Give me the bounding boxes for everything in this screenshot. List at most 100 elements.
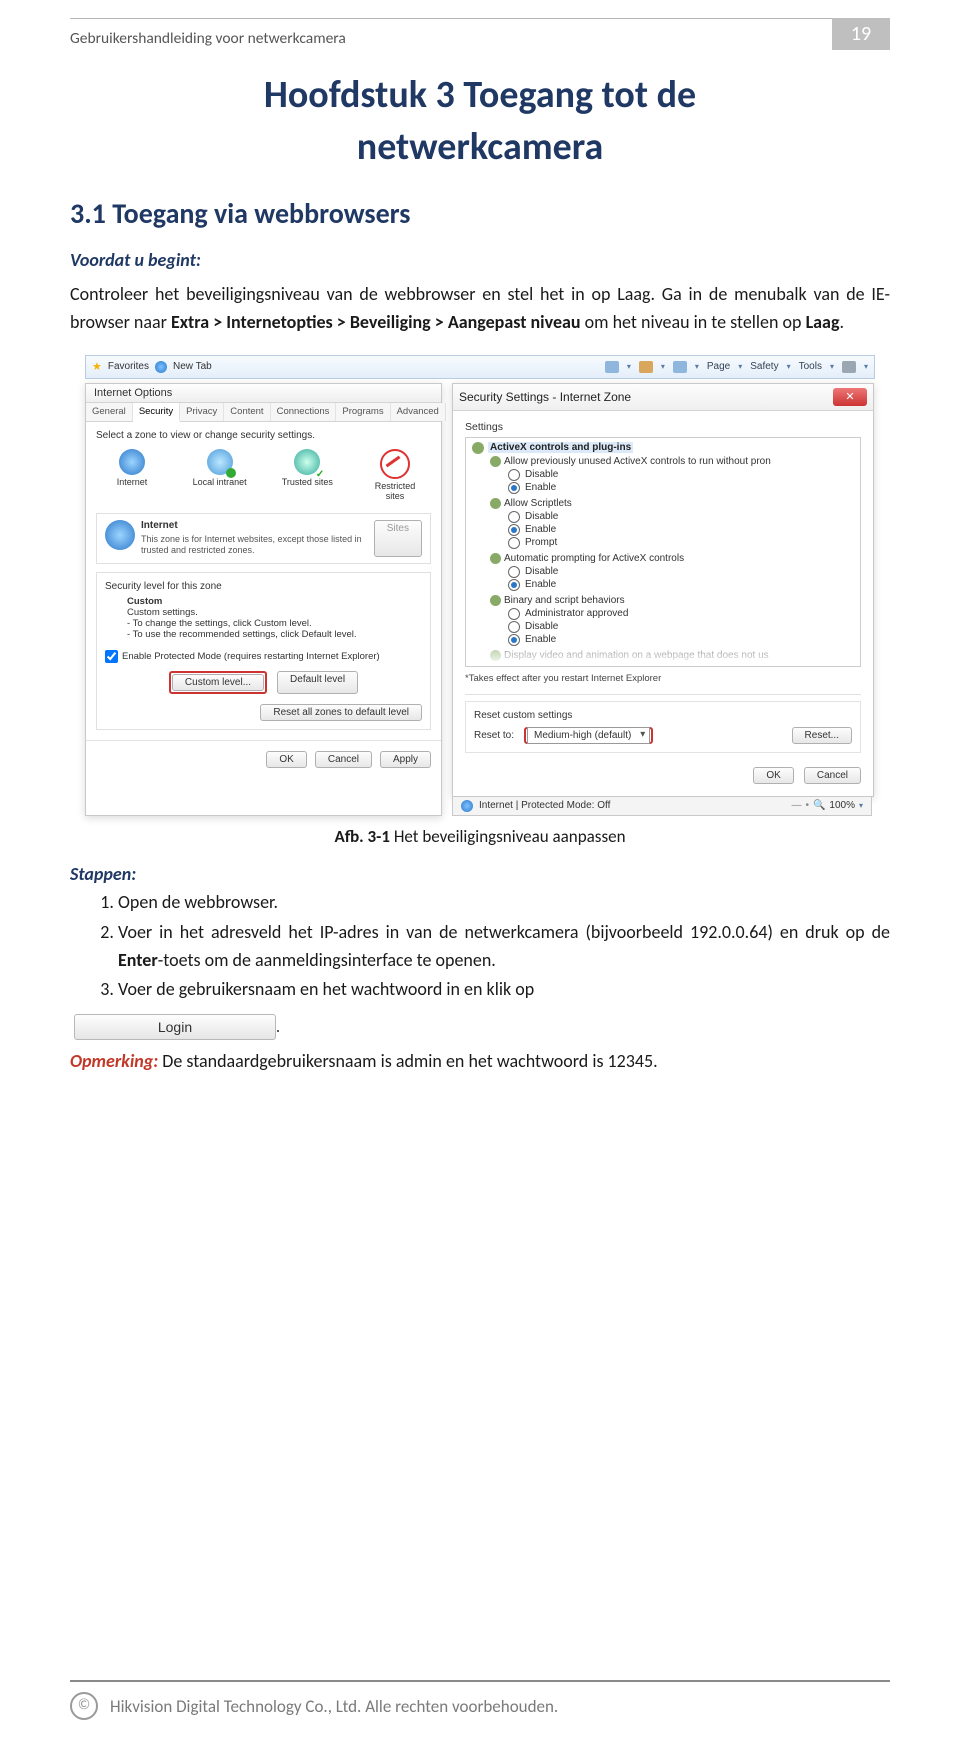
custom-head: Custom (127, 596, 422, 607)
tab-security[interactable]: Security (133, 403, 180, 422)
item2-opt0: Disable (525, 511, 558, 522)
radio-icon[interactable] (508, 511, 520, 523)
inetopt-apply-button[interactable]: Apply (380, 751, 431, 768)
step-3: Voer de gebruikersnaam en het wachtwoord… (118, 976, 890, 1004)
custom-level-button[interactable]: Custom level... (172, 674, 264, 691)
item1-opt1: Enable (525, 482, 556, 493)
item3-opt0: Disable (525, 566, 558, 577)
settings-label: Settings (465, 421, 861, 433)
step2-text-a: Voer in het adresveld het IP-adres in va… (118, 921, 890, 943)
reset-to-dropdown[interactable]: Medium-high (default) (527, 727, 650, 744)
zone-trusted-sites[interactable]: Trusted sites (277, 449, 337, 501)
zone-restricted-label: Restricted sites (375, 481, 416, 501)
mail-icon[interactable] (673, 361, 687, 373)
gear-icon (490, 553, 501, 564)
tab-content[interactable]: Content (224, 403, 270, 421)
favorites-bar: ★ Favorites New Tab ▾ ▾ ▾ Page▾ Safety▾ … (85, 355, 875, 379)
zone-restricted-sites[interactable]: Restricted sites (365, 449, 425, 501)
feed-icon[interactable] (639, 361, 653, 373)
item5-label: Display video and animation on a webpage… (504, 650, 769, 661)
protected-mode-label: Enable Protected Mode (requires restarti… (122, 651, 380, 662)
favorites-star-icon: ★ (92, 360, 102, 373)
internet-zone-icon (105, 520, 135, 550)
radio-icon[interactable] (508, 566, 520, 578)
close-icon[interactable]: ✕ (833, 388, 867, 406)
secset-ok-button[interactable]: OK (753, 767, 793, 784)
item3-opt1: Enable (525, 579, 556, 590)
secset-cancel-button[interactable]: Cancel (804, 767, 861, 784)
protected-mode-checkbox[interactable] (105, 650, 118, 663)
step3-text: Voer de gebruikersnaam en het wachtwoord… (118, 978, 534, 1000)
intro-text-2: om het niveau in te stellen op (585, 311, 802, 333)
default-level-button[interactable]: Default level (277, 671, 358, 694)
zone-internet[interactable]: Internet (102, 449, 162, 501)
item4-opt0: Administrator approved (525, 608, 628, 619)
zone-instruction: Select a zone to view or change security… (96, 430, 431, 441)
reset-custom-head: Reset custom settings (474, 710, 852, 721)
item4-opt1: Disable (525, 621, 558, 632)
login-button[interactable]: Login (74, 1014, 276, 1040)
zoom-value: 100% (829, 800, 855, 811)
security-screenshot: ★ Favorites New Tab ▾ ▾ ▾ Page▾ Safety▾ … (85, 355, 875, 816)
page-menu[interactable]: Page (707, 361, 730, 372)
radio-icon[interactable] (508, 469, 520, 481)
restart-note: *Takes effect after you restart Internet… (465, 673, 861, 684)
help-icon[interactable] (842, 361, 856, 373)
radio-icon[interactable] (508, 482, 520, 494)
sites-button[interactable]: Sites (374, 520, 422, 557)
radio-icon[interactable] (508, 634, 520, 646)
settings-tree[interactable]: ActiveX controls and plug-ins Allow prev… (465, 437, 861, 667)
tab-programs[interactable]: Programs (336, 403, 390, 421)
tab-privacy[interactable]: Privacy (180, 403, 224, 421)
tab-advanced[interactable]: Advanced (391, 403, 446, 421)
zone-local-intranet[interactable]: Local intranet (190, 449, 250, 501)
zone-trusted-label: Trusted sites (282, 477, 333, 487)
caption-text: Het beveiligingsniveau aanpassen (394, 826, 626, 847)
reset-to-label: Reset to: (474, 730, 514, 741)
favorites-label: Favorites (108, 361, 149, 372)
inetopt-ok-button[interactable]: OK (266, 751, 306, 768)
local-intranet-icon (207, 449, 233, 475)
radio-icon[interactable] (508, 579, 520, 591)
steps-list: Open de webbrowser. Voer in het adresvel… (70, 889, 890, 1005)
radio-icon[interactable] (508, 608, 520, 620)
custom-line1: Custom settings. (127, 607, 422, 618)
step-1: Open de webbrowser. (118, 889, 890, 917)
step2-text-c: -toets om de aanmeldingsinterface te ope… (158, 949, 496, 971)
zoom-search-icon[interactable]: 🔍 (813, 800, 825, 811)
reset-button[interactable]: Reset... (792, 727, 852, 744)
zoom-minus-icon[interactable]: — (791, 800, 801, 811)
reset-all-zones-button[interactable]: Reset all zones to default level (260, 704, 422, 721)
opmerking-label: Opmerking: (70, 1050, 158, 1072)
inetopt-tabs: General Security Privacy Content Connect… (86, 403, 441, 422)
gear-icon (490, 456, 501, 467)
steps-label: Stappen: (70, 863, 890, 885)
radio-icon[interactable] (508, 524, 520, 536)
item1-opt0: Disable (525, 469, 558, 480)
tab-general[interactable]: General (86, 403, 133, 421)
gear-icon (472, 442, 484, 454)
page-footer: © Hikvision Digital Technology Co., Ltd.… (70, 1680, 890, 1720)
tab-connections[interactable]: Connections (271, 403, 337, 421)
inetopt-cancel-button[interactable]: Cancel (315, 751, 372, 768)
safety-menu[interactable]: Safety (750, 361, 778, 372)
tab-icon (155, 361, 167, 373)
intro-paragraph: Controleer het beveiligingsniveau van de… (70, 281, 890, 337)
gear-icon (490, 650, 501, 661)
tools-menu[interactable]: Tools (799, 361, 822, 372)
chapter-title-line1: Hoofdstuk 3 Toegang tot de (70, 72, 890, 118)
internet-options-dialog: Internet Options General Security Privac… (85, 383, 442, 816)
gear-icon (490, 595, 501, 606)
caption-prefix: Afb. 3-1 (335, 826, 390, 847)
browser-statusbar: Internet | Protected Mode: Off — • 🔍 100… (452, 797, 872, 816)
new-tab-label: New Tab (173, 361, 212, 372)
radio-icon[interactable] (508, 621, 520, 633)
home-icon[interactable] (605, 361, 619, 373)
zone-internet-label: Internet (117, 477, 148, 487)
page-number: 19 (832, 18, 890, 50)
trusted-sites-icon (294, 449, 320, 475)
step2-enter-key: Enter (118, 949, 158, 971)
item2-label: Allow Scriptlets (504, 498, 572, 509)
zone-local-label: Local intranet (193, 477, 247, 487)
radio-icon[interactable] (508, 537, 520, 549)
